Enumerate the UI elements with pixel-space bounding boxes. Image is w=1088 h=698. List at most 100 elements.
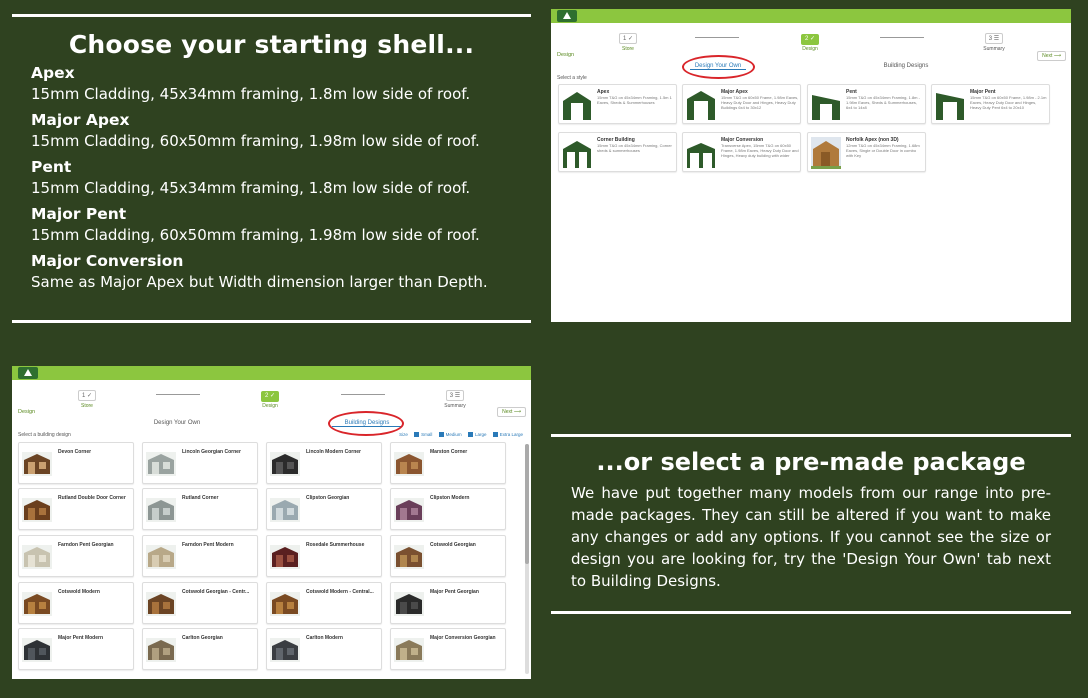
list-icon: 3 ☰ [446,390,464,401]
style-card-major-conversion[interactable]: Major Conversion Transverse Apex, 15mm T… [682,132,801,172]
design-card[interactable]: Clipston Georgian [266,488,382,530]
design-title: Cotswold Georgian - Centr... [182,589,250,595]
select-style-label: Select a style [557,75,587,81]
building-photo [22,638,52,662]
major-apex-shed-icon [687,91,715,120]
design-title: Carlton Georgian [182,635,223,641]
building-photo [146,545,176,569]
design-card[interactable]: Clipston Modern [390,488,506,530]
design-title: Lincoln Modern Corner [306,449,361,455]
style-card-major-pent[interactable]: Major Pent 15mm T&G on 60x50 Frame, 1.98… [931,84,1050,124]
shell-item-desc: Same as Major Apex but Width dimension l… [31,273,488,291]
step-connector [341,394,385,395]
scrollbar-thumb[interactable] [525,444,529,564]
list-icon: 3 ☰ [985,33,1003,44]
major-pent-shed-icon [936,93,964,120]
style-card-major-apex[interactable]: Major Apex 15mm T&G on 60x50 Frame, 1.98… [682,84,801,124]
style-card-pent[interactable]: Pent 15mm T&G on 45x34mm Framing, 1.8m -… [807,84,926,124]
next-button[interactable]: Next ⟶ [1037,51,1066,61]
design-title: Cotswold Modern - Central... [306,589,374,595]
tab-bar: Design Your Own Building Designs [12,420,531,432]
size-filter-label: Size [399,432,408,437]
design-card[interactable]: Major Pent Modern [18,628,134,670]
step-design[interactable]: 2 ✓ Design [780,27,840,52]
logo-icon [557,10,577,22]
shell-item-desc: 15mm Cladding, 45x34mm framing, 1.8m low… [31,85,471,103]
package-heading: ...or select a pre-made package [596,448,1026,476]
design-card[interactable]: Major Conversion Georgian [390,628,506,670]
design-card[interactable]: Rosedale Summerhouse [266,535,382,577]
major-conversion-icon [687,143,715,168]
step-summary[interactable]: 3 ☰ Summary [425,384,485,409]
step-bar: 1 ✓ Store 2 ✓ Design 3 ☰ Summary [551,27,1071,57]
shell-item-name: Apex [31,64,75,82]
shell-panel: Choose your starting shell... Apex 15mm … [12,14,531,324]
shell-heading: Choose your starting shell... [68,30,475,59]
design-card[interactable]: Carlton Modern [266,628,382,670]
tab-design-your-own[interactable]: Design Your Own [149,420,205,426]
design-title: Carlton Modern [306,635,343,641]
shell-list: Apex 15mm Cladding, 45x34mm framing, 1.8… [31,63,531,293]
design-title: Marston Corner [430,449,468,455]
design-card[interactable]: Cotswold Modern [18,582,134,624]
tab-building-designs[interactable]: Building Designs [871,63,941,69]
building-photo [22,545,52,569]
building-photo [270,545,300,569]
package-body: We have put together many models from ou… [571,484,1051,590]
design-card[interactable]: Cotswold Modern - Central... [266,582,382,624]
style-card-norfolk-apex[interactable]: Norfolk Apex (non 3D) 12mm T&G on 45x34m… [807,132,926,172]
checkbox-small[interactable] [414,432,420,438]
step-label: Store [81,403,93,409]
style-desc: 15mm T&G on 60x50 Frame, 1.98m - 2.1m Ea… [970,95,1047,110]
design-title: Farndon Pent Georgian [58,542,114,548]
design-card[interactable]: Carlton Georgian [142,628,258,670]
checkbox-extra-large[interactable] [492,432,498,438]
design-card[interactable]: Lincoln Modern Corner [266,442,382,484]
design-title: Devon Corner [58,449,92,455]
step-label: Summary [983,46,1005,52]
building-photo [22,498,52,522]
design-card[interactable]: Devon Corner [18,442,134,484]
design-card[interactable]: Rutland Corner [142,488,258,530]
design-title: Rutland Double Door Corner [58,495,126,501]
design-card[interactable]: Farndon Pent Georgian [18,535,134,577]
building-photo [270,498,300,522]
check-icon: 2 ✓ [261,391,279,402]
design-card[interactable]: Cotswold Georgian [390,535,506,577]
style-desc: 15mm T&G on 45x34mm Framing, Corner shed… [597,143,672,153]
design-card[interactable]: Cotswold Georgian - Centr... [142,582,258,624]
step-store[interactable]: 1 ✓ Store [598,27,658,52]
shell-item-desc: 15mm Cladding, 60x50mm framing, 1.98m lo… [31,132,480,150]
building-photo [146,498,176,522]
next-button[interactable]: Next ⟶ [497,407,526,417]
scrollbar[interactable] [525,444,529,674]
design-card[interactable]: Lincoln Georgian Corner [142,442,258,484]
filter-medium-label: Medium [445,432,462,437]
step-design[interactable]: 2 ✓ Design [240,384,300,409]
design-card[interactable]: Rutland Double Door Corner [18,488,134,530]
design-card[interactable]: Major Pent Georgian [390,582,506,624]
style-card-apex[interactable]: Apex 15mm T&G on 45x34mm Framing, 1.5m 1… [558,84,677,124]
design-title: Major Conversion Georgian [430,635,496,641]
style-card-corner-building[interactable]: Corner Building 15mm T&G on 45x34mm Fram… [558,132,677,172]
norfolk-apex-photo [811,137,841,169]
design-card[interactable]: Farndon Pent Modern [142,535,258,577]
shell-item-desc: 15mm Cladding, 60x50mm framing, 1.98m lo… [31,226,480,244]
breadcrumb[interactable]: Design [18,409,35,415]
breadcrumb[interactable]: Design [557,52,574,58]
checkbox-medium[interactable] [438,432,444,438]
step-summary[interactable]: 3 ☰ Summary [964,27,1024,52]
corner-building-icon [563,141,591,168]
filter-small-label: Small [421,432,433,437]
checkbox-large[interactable] [467,432,473,438]
step-bar: 1 ✓ Store 2 ✓ Design 3 ☰ Summary [12,384,531,414]
design-title: Rosedale Summerhouse [306,542,365,548]
select-design-label: Select a building design [18,432,71,438]
step-store[interactable]: 1 ✓ Store [57,384,117,409]
tab-bar: Design Your Own Building Designs [551,63,1071,75]
shell-item-name: Major Apex [31,111,130,129]
step-label: Design [802,46,818,52]
building-photo [22,452,52,476]
design-card[interactable]: Marston Corner [390,442,506,484]
step-label: Summary [444,403,466,409]
